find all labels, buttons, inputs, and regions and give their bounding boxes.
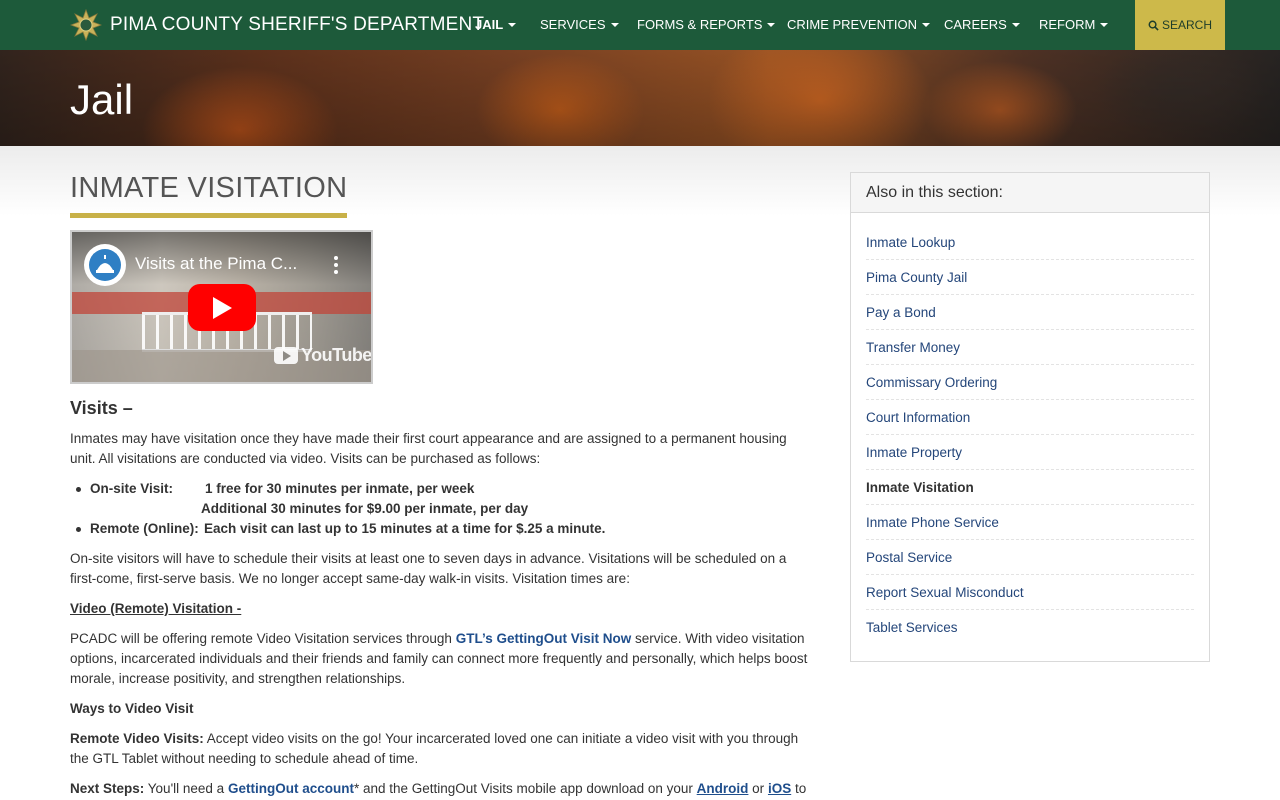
visits-heading: Visits – [70, 398, 133, 418]
pcadc-paragraph: PCADC will be offering remote Video Visi… [70, 629, 815, 689]
text-span: PCADC will be offering remote Video Visi… [70, 631, 456, 646]
sidebar-item-report-sexual-misconduct[interactable]: Report Sexual Misconduct [866, 575, 1194, 610]
caret-down-icon [922, 23, 931, 27]
sidebar-item-pima-county-jail[interactable]: Pima County Jail [866, 260, 1194, 295]
caret-down-icon [508, 23, 517, 27]
play-button[interactable] [188, 284, 256, 331]
text-span: You'll need a [144, 781, 228, 796]
page-title: INMATE VISITATION [70, 172, 348, 204]
section-sidebar: Also in this section: Inmate Lookup Pima… [850, 172, 1210, 662]
list-item-continuation: Additional 30 minutes for $9.00 per inma… [70, 499, 815, 519]
caret-down-icon [767, 23, 776, 27]
video-embed[interactable]: Visits at the Pima C... YouTube [70, 230, 373, 384]
search-label: SEARCH [1161, 18, 1212, 32]
nav-item-label: JAIL [475, 17, 504, 32]
sidebar-item-pay-a-bond[interactable]: Pay a Bond [866, 295, 1194, 330]
video-more-icon[interactable] [334, 256, 338, 274]
text-span: * and the GettingOut Visits mobile app d… [353, 781, 697, 796]
nav-item-label: REFORM [1039, 17, 1096, 32]
pricing-list: On-site Visit: 1 free for 30 minutes per… [70, 479, 815, 539]
sidebar-heading: Also in this section: [851, 173, 1209, 213]
brand-name: PIMA COUNTY SHERIFF'S DEPARTMENT [110, 14, 485, 35]
channel-logo-icon[interactable] [84, 244, 126, 286]
sidebar-list: Inmate Lookup Pima County Jail Pay a Bon… [851, 213, 1209, 645]
bullet-dot [76, 487, 81, 492]
bullet-value: Additional 30 minutes for $9.00 per inma… [201, 501, 529, 516]
ios-link[interactable]: iOS [768, 781, 791, 796]
text-span: or [748, 781, 768, 796]
intro-paragraph: Inmates may have visitation once they ha… [70, 431, 787, 466]
youtube-wordmark: YouTube [301, 345, 372, 365]
search-icon [1148, 20, 1159, 31]
video-visitation-heading: Video (Remote) Visitation - [70, 599, 815, 619]
top-navbar: PIMA COUNTY SHERIFF'S DEPARTMENT JAIL SE… [0, 0, 1280, 50]
nav-item-careers[interactable]: CAREERS [944, 17, 1020, 32]
remote-label: Remote Video Visits: [70, 731, 204, 746]
sidebar-item-inmate-lookup[interactable]: Inmate Lookup [866, 225, 1194, 260]
nav-item-jail[interactable]: JAIL [475, 17, 517, 32]
capitol-dome-icon [89, 249, 121, 281]
nav-item-label: CRIME PREVENTION [787, 17, 918, 32]
play-icon [213, 296, 232, 319]
hero-shade [0, 50, 1280, 146]
next-steps-label: Next Steps: [70, 781, 145, 796]
video-visitation-heading-text: Video (Remote) Visitation - [70, 601, 242, 616]
youtube-play-icon [274, 347, 298, 364]
sheriff-star-badge-icon [70, 9, 102, 41]
nav-item-services[interactable]: SERVICES [540, 17, 619, 32]
text-span: to [791, 781, 807, 796]
sidebar-item-transfer-money[interactable]: Transfer Money [866, 330, 1194, 365]
next-steps-paragraph: Next Steps: You'll need a GettingOut acc… [70, 779, 815, 799]
nav-item-forms-reports[interactable]: FORMS & REPORTS [637, 17, 776, 32]
nav-item-label: SERVICES [540, 17, 606, 32]
gettingout-account-link[interactable]: GettingOut account [228, 781, 354, 796]
sidebar-item-court-information[interactable]: Court Information [866, 400, 1194, 435]
hero-title: Jail [70, 76, 134, 123]
sidebar-item-tablet-services[interactable]: Tablet Services [866, 610, 1194, 645]
gtl-gettingout-link[interactable]: GTL’s GettingOut Visit Now [456, 631, 632, 646]
onsite-paragraph: On-site visitors will have to schedule t… [70, 551, 787, 586]
video-title[interactable]: Visits at the Pima C... [135, 254, 297, 274]
bullet-value: Each visit can last up to 15 minutes at … [204, 521, 606, 536]
nav-item-crime-prevention[interactable]: CRIME PREVENTION [787, 17, 931, 32]
bullet-label: Remote (Online): [90, 521, 199, 536]
list-item: On-site Visit: 1 free for 30 minutes per… [70, 479, 815, 499]
title-underline [70, 213, 347, 218]
caret-down-icon [1011, 23, 1020, 27]
sidebar-item-inmate-property[interactable]: Inmate Property [866, 435, 1194, 470]
brand-link[interactable]: PIMA COUNTY SHERIFF'S DEPARTMENT [70, 9, 484, 41]
bullet-value: 1 free for 30 minutes per inmate, per we… [205, 481, 475, 496]
ways-heading: Ways to Video Visit [70, 701, 194, 716]
bullet-dot [76, 527, 81, 532]
sidebar-item-inmate-visitation[interactable]: Inmate Visitation [866, 470, 1194, 505]
caret-down-icon [610, 23, 619, 27]
android-link[interactable]: Android [697, 781, 749, 796]
sidebar-item-postal-service[interactable]: Postal Service [866, 540, 1194, 575]
search-button[interactable]: SEARCH [1135, 0, 1225, 50]
list-item: Remote (Online): Each visit can last up … [70, 519, 815, 539]
nav-item-label: CAREERS [944, 17, 1007, 32]
hero-banner: Jail [0, 50, 1280, 146]
sidebar-item-inmate-phone-service[interactable]: Inmate Phone Service [866, 505, 1194, 540]
nav-item-label: FORMS & REPORTS [637, 17, 763, 32]
bullet-label: On-site Visit: [90, 481, 174, 496]
sidebar-item-commissary-ordering[interactable]: Commissary Ordering [866, 365, 1194, 400]
youtube-logo[interactable]: YouTube [274, 345, 372, 366]
remote-paragraph: Remote Video Visits: Accept video visits… [70, 729, 815, 769]
nav-item-reform[interactable]: REFORM [1039, 17, 1109, 32]
caret-down-icon [1100, 23, 1109, 27]
